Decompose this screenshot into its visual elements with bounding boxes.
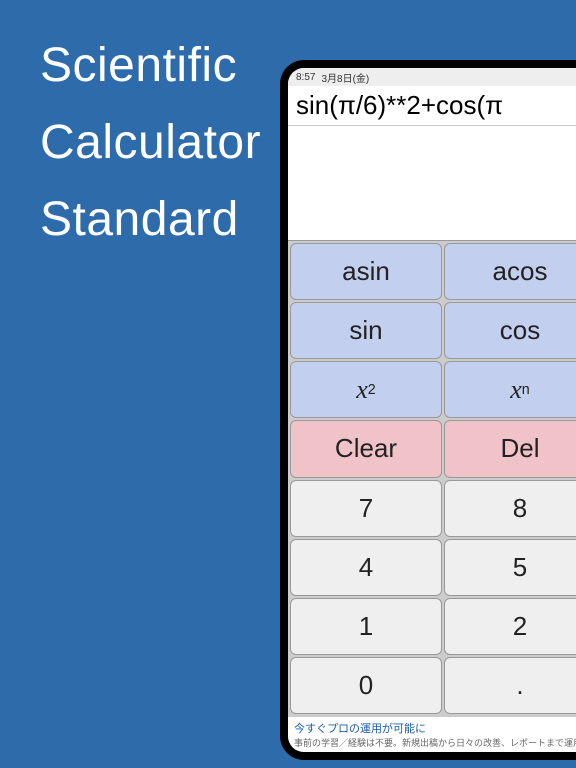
digit-0-button[interactable]: 0 — [290, 657, 442, 714]
headline-line-2: Calculator — [40, 105, 261, 182]
sin-button[interactable]: sin — [290, 302, 442, 359]
calculator-display: sin(π/6)**2+cos(π — [288, 86, 576, 241]
clear-button[interactable]: Clear — [290, 420, 442, 477]
keypad: asin acos at sin cos ta x2 xn Clear D — [288, 241, 576, 716]
asin-button[interactable]: asin — [290, 243, 442, 300]
ad-banner[interactable]: 今すぐプロの運用が可能に 事前の学習／経験は不要。新規出稿から日々の改善、レポー… — [288, 716, 576, 752]
digit-1-button[interactable]: 1 — [290, 598, 442, 655]
x-base: x — [356, 375, 368, 405]
x-squared-button[interactable]: x2 — [290, 361, 442, 418]
digit-7-button[interactable]: 7 — [290, 480, 442, 537]
x-base-2: x — [510, 375, 522, 405]
status-bar: 8:57 3月8日(金) — [288, 68, 576, 86]
ad-subtitle: 事前の学習／経験は不要。新規出稿から日々の改善、レポートまで運用の — [294, 736, 576, 749]
tablet-screen: 8:57 3月8日(金) sin(π/6)**2+cos(π asin acos… — [288, 68, 576, 752]
tablet-frame: 8:57 3月8日(金) sin(π/6)**2+cos(π asin acos… — [280, 60, 576, 760]
acos-button[interactable]: acos — [444, 243, 576, 300]
digit-2-button[interactable]: 2 — [444, 598, 576, 655]
ad-title: 今すぐプロの運用が可能に — [294, 720, 576, 736]
digit-5-button[interactable]: 5 — [444, 539, 576, 596]
x-sup-2: 2 — [368, 382, 376, 398]
digit-8-button[interactable]: 8 — [444, 480, 576, 537]
x-sup-n: n — [522, 382, 530, 398]
promo-headline: Scientific Calculator Standard — [40, 28, 261, 258]
digit-4-button[interactable]: 4 — [290, 539, 442, 596]
expression-text: sin(π/6)**2+cos(π — [288, 86, 576, 125]
del-button[interactable]: Del — [444, 420, 576, 477]
status-date: 3月8日(金) — [321, 70, 369, 85]
decimal-button[interactable]: . — [444, 657, 576, 714]
headline-line-1: Scientific — [40, 28, 261, 105]
status-time: 8:57 — [296, 72, 315, 83]
x-power-n-button[interactable]: xn — [444, 361, 576, 418]
result-area — [288, 125, 576, 240]
cos-button[interactable]: cos — [444, 302, 576, 359]
headline-line-3: Standard — [40, 182, 261, 259]
